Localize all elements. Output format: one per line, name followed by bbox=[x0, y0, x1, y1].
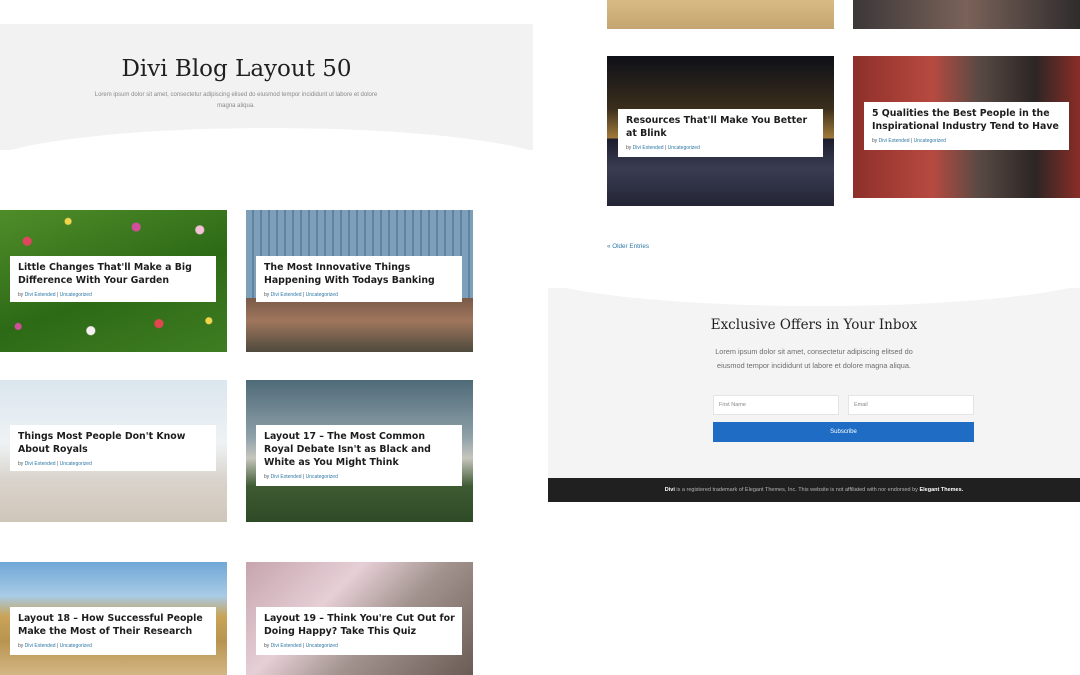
category-link[interactable]: Uncategorized bbox=[60, 461, 92, 467]
post-title[interactable]: Layout 17 – The Most Common Royal Debate… bbox=[264, 430, 456, 469]
post-info-box: Layout 18 – How Successful People Make t… bbox=[10, 607, 216, 655]
category-link[interactable]: Uncategorized bbox=[60, 643, 92, 649]
author-link[interactable]: Divi Extended bbox=[879, 138, 910, 144]
author-link[interactable]: Divi Extended bbox=[633, 145, 664, 151]
author-link[interactable]: Divi Extended bbox=[271, 643, 302, 649]
post-meta: by Divi Extended | Uncategorized bbox=[18, 643, 92, 649]
post-info-box: Layout 19 – Think You're Cut Out for Doi… bbox=[256, 607, 462, 655]
category-link[interactable]: Uncategorized bbox=[306, 292, 338, 298]
category-link[interactable]: Uncategorized bbox=[914, 138, 946, 144]
post-title[interactable]: Resources That'll Make You Better at Bli… bbox=[626, 114, 817, 140]
post-image[interactable] bbox=[607, 0, 834, 29]
author-link[interactable]: Divi Extended bbox=[25, 643, 56, 649]
category-link[interactable]: Uncategorized bbox=[306, 474, 338, 480]
post-meta: by Divi Extended | Uncategorized bbox=[18, 292, 92, 298]
post-card[interactable]: Layout 17 – The Most Common Royal Debate… bbox=[246, 380, 473, 522]
footer-company: Elegant Themes. bbox=[919, 487, 964, 493]
post-card[interactable]: Things Most People Don't Know About Roya… bbox=[0, 380, 227, 522]
post-info-box: Things Most People Don't Know About Roya… bbox=[10, 425, 216, 471]
post-title[interactable]: Little Changes That'll Make a Big Differ… bbox=[18, 261, 210, 287]
post-title[interactable]: Layout 18 – How Successful People Make t… bbox=[18, 612, 210, 638]
newsletter-wave-divider bbox=[548, 288, 1080, 306]
author-link[interactable]: Divi Extended bbox=[25, 461, 56, 467]
post-meta: by Divi Extended | Uncategorized bbox=[18, 461, 92, 467]
post-meta: by Divi Extended | Uncategorized bbox=[264, 292, 338, 298]
post-meta: by Divi Extended | Uncategorized bbox=[626, 145, 700, 151]
post-meta: by Divi Extended | Uncategorized bbox=[872, 138, 946, 144]
post-card[interactable]: 5 Qualities the Best People in the Inspi… bbox=[853, 56, 1080, 198]
hero-subtitle: Lorem ipsum dolor sit amet, consectetur … bbox=[94, 92, 378, 109]
first-name-field[interactable]: First Name bbox=[713, 395, 839, 415]
post-info-box: The Most Innovative Things Happening Wit… bbox=[256, 256, 462, 302]
post-title[interactable]: Things Most People Don't Know About Roya… bbox=[18, 430, 210, 456]
post-info-box: 5 Qualities the Best People in the Inspi… bbox=[864, 102, 1069, 150]
newsletter-text: Lorem ipsum dolor sit amet, consectetur … bbox=[715, 347, 913, 370]
older-entries-link[interactable]: « Older Entries bbox=[607, 243, 649, 250]
post-card[interactable]: Little Changes That'll Make a Big Differ… bbox=[0, 210, 227, 352]
post-info-box: Little Changes That'll Make a Big Differ… bbox=[10, 256, 216, 302]
page-title: Divi Blog Layout 50 bbox=[121, 56, 352, 82]
category-link[interactable]: Uncategorized bbox=[668, 145, 700, 151]
post-meta: by Divi Extended | Uncategorized bbox=[264, 474, 338, 480]
subscribe-button[interactable]: Subscribe bbox=[713, 422, 974, 442]
category-link[interactable]: Uncategorized bbox=[60, 292, 92, 298]
post-title[interactable]: Layout 19 – Think You're Cut Out for Doi… bbox=[264, 612, 456, 638]
email-field[interactable]: Email bbox=[848, 395, 974, 415]
category-link[interactable]: Uncategorized bbox=[306, 643, 338, 649]
footer-brand: Divi bbox=[664, 487, 675, 493]
footer-bar: Divi is a registered trademark of Elegan… bbox=[548, 478, 1080, 502]
newsletter-section: Exclusive Offers in Your Inbox Lorem ips… bbox=[548, 288, 1080, 478]
post-image[interactable] bbox=[853, 0, 1080, 29]
post-card[interactable]: The Most Innovative Things Happening Wit… bbox=[246, 210, 473, 352]
footer-text: is a registered trademark of Elegant The… bbox=[676, 487, 918, 493]
post-title[interactable]: The Most Innovative Things Happening Wit… bbox=[264, 261, 456, 287]
post-card[interactable]: Layout 19 – Think You're Cut Out for Doi… bbox=[246, 562, 473, 675]
author-link[interactable]: Divi Extended bbox=[271, 474, 302, 480]
post-card[interactable]: Resources That'll Make You Better at Bli… bbox=[607, 56, 834, 206]
author-link[interactable]: Divi Extended bbox=[271, 292, 302, 298]
post-meta: by Divi Extended | Uncategorized bbox=[264, 643, 338, 649]
newsletter-title: Exclusive Offers in Your Inbox bbox=[710, 317, 918, 333]
hero-section: Divi Blog Layout 50 Lorem ipsum dolor si… bbox=[0, 24, 533, 150]
post-card[interactable] bbox=[853, 0, 1080, 29]
post-card[interactable] bbox=[607, 0, 834, 29]
author-link[interactable]: Divi Extended bbox=[25, 292, 56, 298]
post-info-box: Layout 17 – The Most Common Royal Debate… bbox=[256, 425, 462, 486]
hero-wave-divider bbox=[0, 128, 533, 150]
post-card[interactable]: Layout 18 – How Successful People Make t… bbox=[0, 562, 227, 675]
post-title[interactable]: 5 Qualities the Best People in the Inspi… bbox=[872, 107, 1063, 133]
post-info-box: Resources That'll Make You Better at Bli… bbox=[618, 109, 823, 157]
